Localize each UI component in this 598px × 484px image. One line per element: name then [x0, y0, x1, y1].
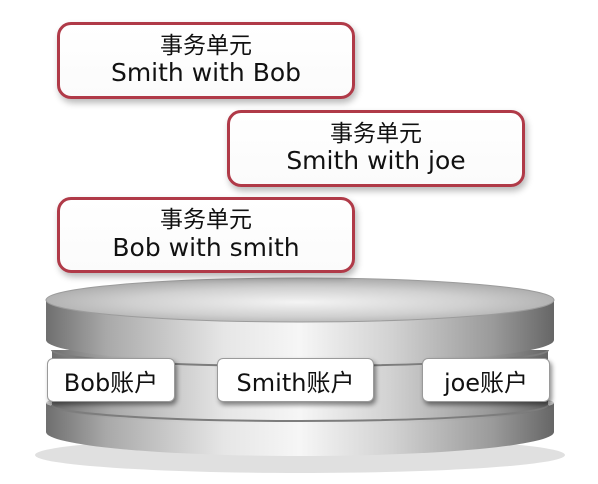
transaction-box: 事务单元 Bob with smith	[57, 197, 355, 273]
account-label-smith: Smith账户	[217, 358, 374, 402]
account-label-joe: joe账户	[422, 358, 550, 402]
transaction-box: 事务单元 Smith with Bob	[57, 22, 355, 99]
transaction-title: 事务单元	[160, 32, 252, 59]
transaction-title: 事务单元	[160, 207, 252, 234]
account-label-bob: Bob账户	[47, 358, 175, 402]
transaction-desc: Smith with joe	[286, 146, 466, 176]
transaction-desc: Smith with Bob	[110, 58, 302, 88]
transaction-title: 事务单元	[330, 120, 422, 147]
transaction-box: 事务单元 Smith with joe	[227, 110, 525, 187]
transaction-desc: Bob with smith	[112, 232, 300, 262]
